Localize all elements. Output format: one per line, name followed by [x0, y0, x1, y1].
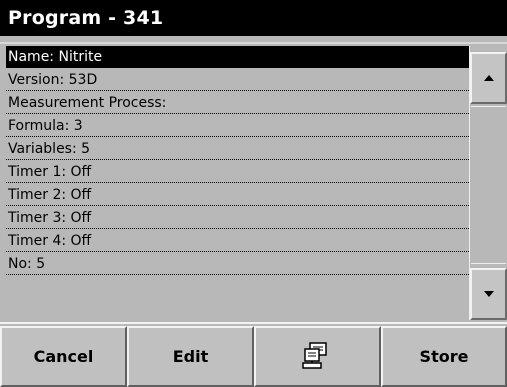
list-item-variables[interactable]: Variables: 5	[6, 138, 469, 160]
edit-button[interactable]: Edit	[127, 326, 254, 387]
list-item-formula[interactable]: Formula: 3	[6, 115, 469, 137]
store-button[interactable]: Store	[381, 326, 507, 387]
list-item-name[interactable]: Name: Nitrite	[6, 46, 469, 68]
computer-button[interactable]	[254, 326, 381, 387]
computer-icon	[301, 341, 327, 369]
scroll-up-button[interactable]	[470, 52, 507, 104]
list-item-no[interactable]: No: 5	[6, 253, 469, 275]
list-item-timer-2[interactable]: Timer 2: Off	[6, 184, 469, 206]
program-screen: Program - 341 Name: Nitrite Version: 53D…	[0, 0, 507, 387]
page-title: Program - 341	[0, 0, 507, 36]
list-item-timer-1[interactable]: Timer 1: Off	[6, 161, 469, 183]
list-item-version[interactable]: Version: 53D	[6, 69, 469, 91]
program-details-list: Name: Nitrite Version: 53D Measurement P…	[6, 46, 469, 320]
scroll-track[interactable]	[471, 106, 506, 264]
softkey-bar: Cancel Edit Store	[0, 322, 507, 387]
title-divider	[0, 36, 507, 44]
arrow-up-icon	[483, 75, 494, 81]
list-item-timer-3[interactable]: Timer 3: Off	[6, 207, 469, 229]
scroll-down-button[interactable]	[470, 268, 507, 320]
arrow-down-icon	[483, 291, 494, 297]
list-item-measurement-process[interactable]: Measurement Process:	[6, 92, 469, 114]
list-scrollbar[interactable]	[469, 46, 507, 320]
cancel-button[interactable]: Cancel	[0, 326, 127, 387]
list-item-timer-4[interactable]: Timer 4: Off	[6, 230, 469, 252]
